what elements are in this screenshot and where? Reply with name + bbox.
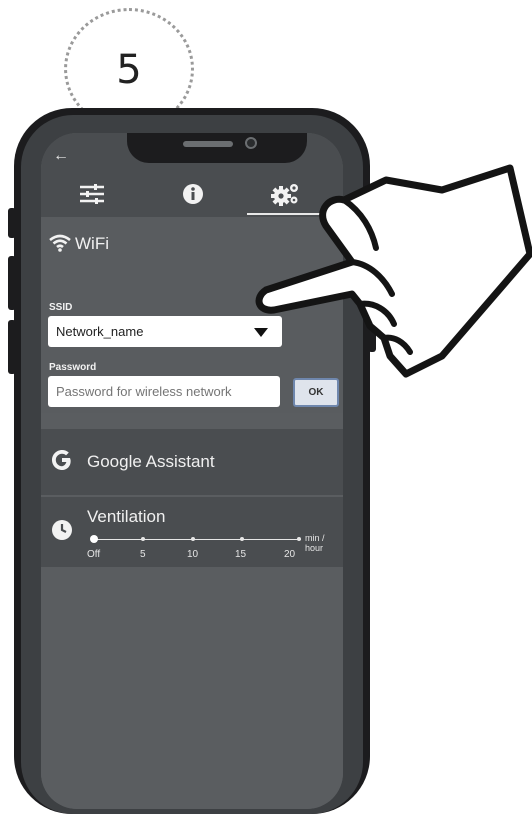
info-icon <box>183 184 203 204</box>
slider-stop[interactable] <box>141 537 145 541</box>
ok-button[interactable]: OK <box>293 378 339 407</box>
slider-stop[interactable] <box>240 537 244 541</box>
speaker-grille <box>183 141 233 147</box>
back-arrow-icon[interactable]: ← <box>53 147 69 165</box>
ventilation-unit: min / hour <box>305 533 325 553</box>
tick-label: Off <box>87 549 101 560</box>
camera-icon <box>245 137 257 149</box>
phone-notch <box>127 133 307 163</box>
tick-label: 5 <box>140 549 146 560</box>
tick-label: 20 <box>284 549 296 560</box>
wifi-title: WiFi <box>75 234 109 253</box>
slider-stop[interactable] <box>191 537 195 541</box>
pointing-hand-icon <box>255 164 532 378</box>
tick-label: 15 <box>235 549 247 560</box>
google-icon <box>52 450 71 470</box>
slider-stop[interactable] <box>297 537 301 541</box>
wifi-icon <box>49 234 71 252</box>
ventilation-slider-knob[interactable] <box>90 535 98 543</box>
ssid-label: SSID <box>49 302 73 313</box>
tab-info[interactable] <box>168 179 218 209</box>
clock-icon <box>52 520 72 540</box>
ventilation-slider-track[interactable] <box>93 539 301 540</box>
tab-controls[interactable] <box>67 179 117 209</box>
tick-label: 10 <box>187 549 199 560</box>
ventilation-title: Ventilation <box>87 507 166 526</box>
empty-area <box>41 569 343 809</box>
google-assistant-section[interactable]: Google Assistant <box>41 429 343 495</box>
sliders-icon <box>80 184 104 204</box>
password-input[interactable] <box>48 376 280 407</box>
google-assistant-title: Google Assistant <box>87 452 215 471</box>
password-label: Password <box>49 362 97 373</box>
ssid-value: Network_name <box>56 324 144 339</box>
step-number: 5 <box>116 47 142 93</box>
volume-down-button <box>8 320 16 374</box>
volume-up-button <box>8 256 16 310</box>
side-button <box>8 208 16 238</box>
